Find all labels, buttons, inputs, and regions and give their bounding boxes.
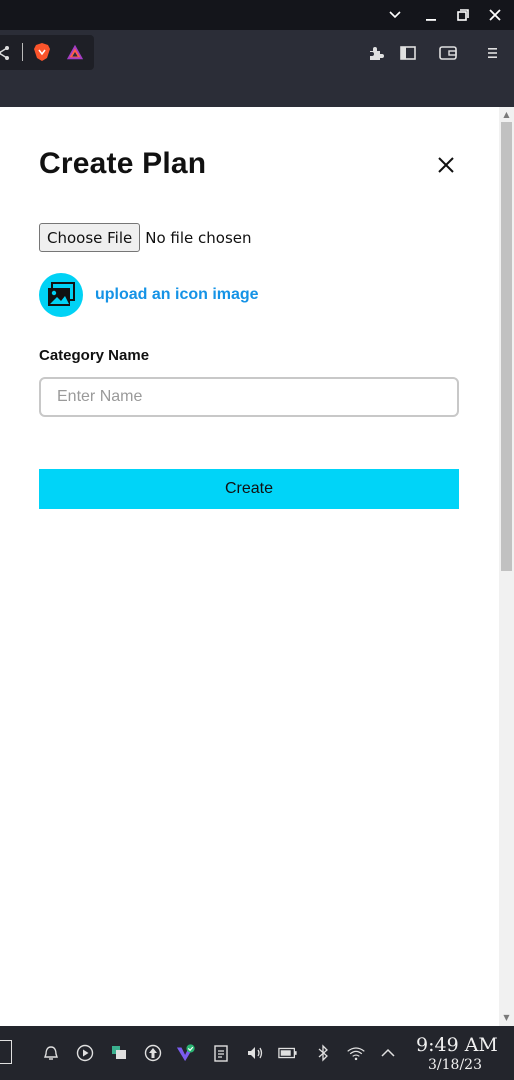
bluetooth-icon[interactable] [313,1043,333,1063]
update-icon[interactable] [143,1043,163,1063]
title-bar [0,0,514,30]
menu-icon[interactable] [483,44,501,62]
alarm-icon[interactable] [41,1043,61,1063]
volume-icon[interactable] [245,1043,265,1063]
extensions-icon[interactable] [367,44,385,62]
scroll-up-icon[interactable]: ▲ [502,110,511,119]
wallet-icon[interactable] [439,44,457,62]
clock-time[interactable]: 9:49 AM [416,1034,498,1056]
brave-shield-icon[interactable] [33,43,51,61]
scroll-down-icon[interactable]: ▼ [502,1013,511,1022]
clock-date[interactable]: 3/18/23 [428,1057,482,1073]
category-name-input[interactable] [39,377,459,417]
battery-icon[interactable] [278,1043,298,1063]
create-button[interactable]: Create [39,469,459,509]
play-icon[interactable] [75,1043,95,1063]
window-icon[interactable] [0,1040,12,1064]
clipboard-icon[interactable] [211,1043,231,1063]
close-icon[interactable] [484,5,506,25]
divider [22,43,23,61]
chat-icon[interactable] [109,1043,129,1063]
browser-toolbar [0,30,514,76]
upload-icon-row[interactable]: upload an icon image [39,273,259,317]
upload-icon-link[interactable]: upload an icon image [95,286,259,304]
chevron-down-icon[interactable] [384,5,406,25]
sidebar-icon[interactable] [399,44,417,62]
close-dialog-icon[interactable] [436,155,456,175]
brave-rewards-icon[interactable] [66,43,84,61]
file-status: No file chosen [145,228,252,247]
create-plan-dialog: Create Plan Choose File No file chosen u… [0,107,499,1026]
restore-icon[interactable] [452,5,474,25]
page-scrollbar[interactable]: ▲ ▼ [499,107,514,1026]
category-name-label: Category Name [39,347,150,364]
taskbar: 9:49 AM 3/18/23 [0,1026,514,1080]
wifi-icon[interactable] [346,1043,366,1063]
image-upload-icon[interactable] [39,273,83,317]
file-input[interactable]: Choose File No file chosen [39,223,252,252]
scroll-thumb[interactable] [501,122,512,571]
page-title: Create Plan [39,147,207,180]
share-icon[interactable] [0,44,12,62]
vpn-icon[interactable] [176,1043,196,1063]
chevron-up-icon[interactable] [378,1043,398,1063]
toolbar-spacer [0,76,514,107]
choose-file-button[interactable]: Choose File [39,223,141,252]
minimize-icon[interactable] [420,5,442,25]
